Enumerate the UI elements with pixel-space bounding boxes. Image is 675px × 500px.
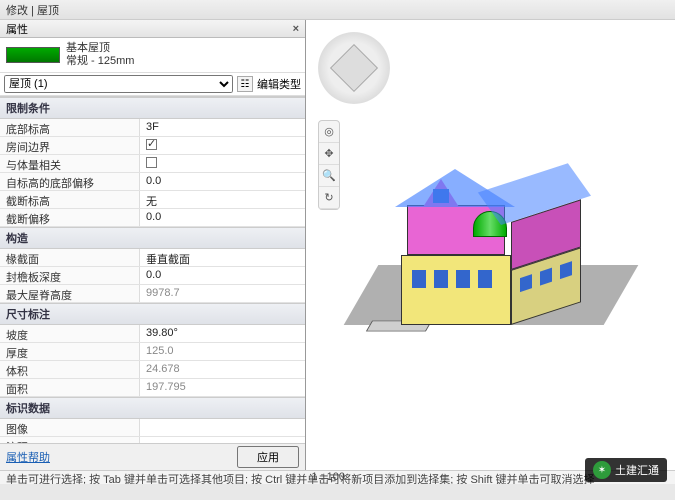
family-name: 基本屋顶 bbox=[66, 42, 134, 55]
prop-thickness: 厚度125.0 bbox=[0, 343, 305, 361]
instance-row: 屋顶 (1) ☷ 编辑类型 bbox=[0, 72, 305, 96]
checkbox-on-icon[interactable] bbox=[146, 139, 157, 150]
group-constraints[interactable]: 限制条件 bbox=[0, 97, 305, 119]
scale-display[interactable]: 1 : 100 bbox=[311, 471, 345, 483]
viewport-panel: ◎ ✥ 🔍 ↻ bbox=[306, 20, 675, 470]
edit-type-button[interactable]: 编辑类型 bbox=[257, 76, 301, 92]
prop-cutoff-offset[interactable]: 截断偏移0.0 bbox=[0, 209, 305, 227]
edit-type-icon[interactable]: ☷ bbox=[237, 76, 253, 92]
type-name: 常规 - 125mm bbox=[66, 55, 134, 68]
viewport-3d[interactable] bbox=[306, 20, 675, 470]
watermark: ✶ 土建汇通 bbox=[585, 458, 667, 482]
properties-panel: 属性 × 基本屋顶 常规 - 125mm 屋顶 (1) ☷ 编辑类型 限制条件 … bbox=[0, 20, 306, 470]
prop-base-level[interactable]: 底部标高3F bbox=[0, 119, 305, 137]
prop-fascia-depth[interactable]: 封檐板深度0.0 bbox=[0, 267, 305, 285]
prop-area: 面积197.795 bbox=[0, 379, 305, 397]
prop-room-bounding[interactable]: 房间边界 bbox=[0, 137, 305, 155]
apply-button[interactable]: 应用 bbox=[237, 446, 299, 468]
type-selector[interactable]: 基本屋顶 常规 - 125mm bbox=[0, 38, 305, 72]
group-dimensions[interactable]: 尺寸标注 bbox=[0, 303, 305, 325]
prop-slope[interactable]: 坡度39.80° bbox=[0, 325, 305, 343]
property-grid: 限制条件 底部标高3F 房间边界 与体量相关 自标高的底部偏移0.0 截断标高无… bbox=[0, 96, 305, 443]
panel-header: 属性 × bbox=[0, 20, 305, 38]
group-identity[interactable]: 标识数据 bbox=[0, 397, 305, 419]
type-text: 基本屋顶 常规 - 125mm bbox=[66, 42, 134, 68]
checkbox-off-icon[interactable] bbox=[146, 157, 157, 168]
prop-rafter-cut[interactable]: 椽截面垂直截面 bbox=[0, 249, 305, 267]
house-model bbox=[401, 155, 601, 325]
instance-selector[interactable]: 屋顶 (1) bbox=[4, 75, 233, 93]
prop-max-ridge: 最大屋脊高度9978.7 bbox=[0, 285, 305, 303]
type-swatch bbox=[6, 47, 60, 63]
main: 属性 × 基本屋顶 常规 - 125mm 屋顶 (1) ☷ 编辑类型 限制条件 … bbox=[0, 20, 675, 470]
panel-title: 属性 bbox=[6, 21, 28, 37]
panel-footer: 属性帮助 应用 bbox=[0, 443, 305, 470]
watermark-text: 土建汇通 bbox=[615, 462, 659, 478]
model-render bbox=[341, 115, 641, 375]
prop-image[interactable]: 图像 bbox=[0, 419, 305, 437]
status-hint: 单击可进行选择; 按 Tab 键并单击可选择其他项目; 按 Ctrl 键并单击可… bbox=[6, 474, 595, 484]
status-bar: 单击可进行选择; 按 Tab 键并单击可选择其他项目; 按 Ctrl 键并单击可… bbox=[0, 470, 675, 484]
close-icon[interactable]: × bbox=[293, 23, 299, 35]
group-construction[interactable]: 构造 bbox=[0, 227, 305, 249]
prop-volume: 体积24.678 bbox=[0, 361, 305, 379]
prop-base-offset[interactable]: 自标高的底部偏移0.0 bbox=[0, 173, 305, 191]
prop-related-mass[interactable]: 与体量相关 bbox=[0, 155, 305, 173]
wall-front bbox=[401, 255, 511, 325]
prop-cutoff-level[interactable]: 截断标高无 bbox=[0, 191, 305, 209]
properties-help-link[interactable]: 属性帮助 bbox=[6, 449, 50, 465]
wechat-icon: ✶ bbox=[593, 461, 611, 479]
tab-title: 修改 | 屋顶 bbox=[0, 0, 675, 20]
